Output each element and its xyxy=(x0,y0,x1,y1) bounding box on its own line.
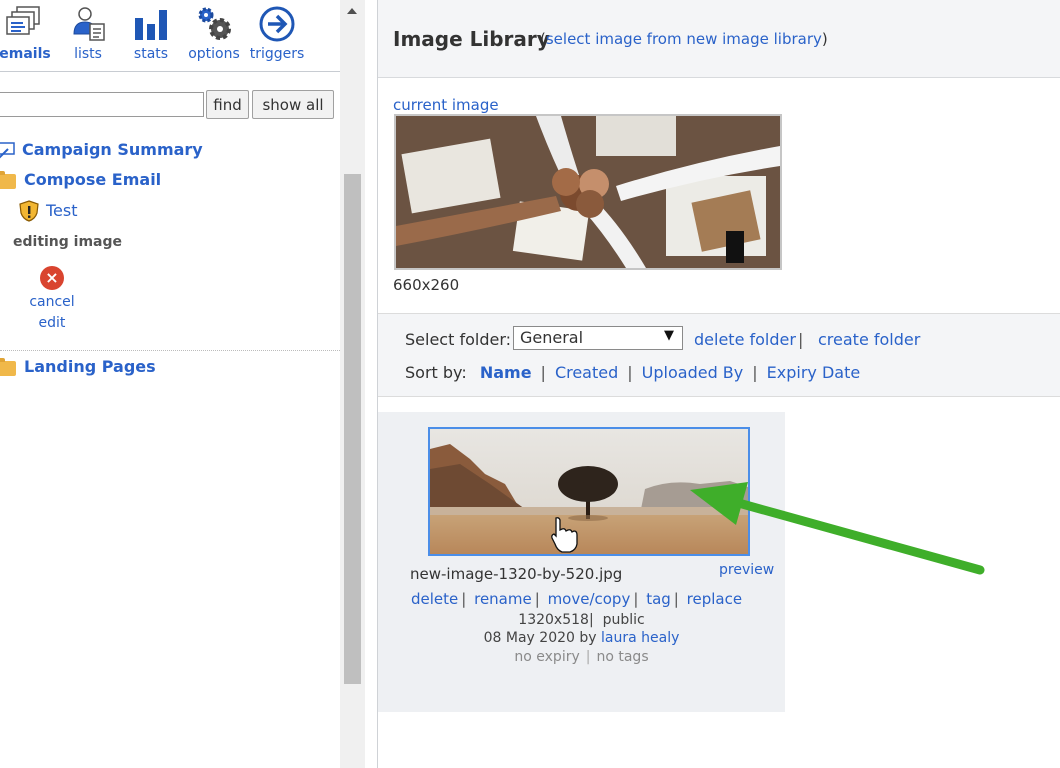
library-header: Image Library (select image from new ima… xyxy=(378,0,1060,78)
lists-icon xyxy=(73,7,105,41)
current-image[interactable] xyxy=(394,114,782,270)
image-dimensions-visibility: 1320x518| public xyxy=(378,612,785,628)
campaign-summary-label: Campaign Summary xyxy=(22,140,203,159)
toolbar-lists-label: lists xyxy=(74,46,102,62)
sort-uploaded-by[interactable]: Uploaded By xyxy=(642,363,744,382)
current-image-dimensions: 660x260 xyxy=(393,276,460,294)
cancel-icon: × xyxy=(40,266,64,290)
tree-divider xyxy=(0,350,340,351)
subtitle-close-paren: ) xyxy=(821,30,828,48)
delete-folder-link[interactable]: delete folder xyxy=(694,330,796,349)
meta-separator: | xyxy=(588,612,594,628)
find-button[interactable]: find xyxy=(206,90,249,119)
cancel-label: cancel xyxy=(29,294,75,310)
left-panel: emails lists stats options triggers find… xyxy=(0,0,340,768)
emails-icon xyxy=(6,6,40,35)
action-separator: | xyxy=(461,590,467,608)
page-title: Image Library xyxy=(393,27,550,51)
tree-compose-email[interactable]: Compose Email xyxy=(0,170,200,192)
action-separator: | xyxy=(633,590,639,608)
landing-pages-label: Landing Pages xyxy=(24,357,156,376)
sort-separator: | xyxy=(627,363,633,382)
scrollbar-thumb[interactable] xyxy=(344,174,361,684)
main-toolbar: emails lists stats options triggers xyxy=(0,0,340,72)
campaign-summary-icon xyxy=(0,142,15,159)
toolbar-triggers-label: triggers xyxy=(249,46,305,62)
editing-image-label: editing image xyxy=(13,234,123,250)
edit-label: edit xyxy=(38,315,66,331)
folder-icon xyxy=(0,358,18,376)
stats-icon xyxy=(135,10,167,40)
sort-row: Sort by: Name | Created | Uploaded By | Expiry… xyxy=(405,363,860,382)
cancel-edit-button[interactable]: × cancel edit xyxy=(24,266,80,334)
warning-shield-icon xyxy=(19,200,39,222)
sort-separator: | xyxy=(540,363,546,382)
image-card: new-image-1320-by-520.jpg preview delete… xyxy=(378,412,785,712)
toolbar-stats-label: stats xyxy=(133,46,169,62)
image-upload-info: 08 May 2020 by laura healy xyxy=(378,630,785,646)
options-icon xyxy=(198,7,231,40)
sort-by-label: Sort by: xyxy=(405,363,467,382)
current-image-photo xyxy=(396,116,780,268)
folder-select[interactable]: General ▼ xyxy=(513,326,683,350)
tree-campaign-summary[interactable]: Campaign Summary xyxy=(0,140,203,162)
triggers-icon xyxy=(259,6,295,42)
image-visibility: public xyxy=(602,612,645,628)
image-actions: delete | rename | move/copy | tag | replace xyxy=(408,590,745,608)
new-image-library-link[interactable]: select image from new image library xyxy=(546,30,822,48)
search-input[interactable] xyxy=(0,92,204,117)
library-subtitle: (select image from new image library) xyxy=(540,30,828,48)
tags-text: no tags xyxy=(596,649,649,665)
sort-name[interactable]: Name xyxy=(480,363,532,382)
toolbar-lists[interactable]: lists xyxy=(57,4,119,62)
compose-email-label: Compose Email xyxy=(24,170,162,189)
action-separator: | xyxy=(534,590,540,608)
toolbar-stats[interactable]: stats xyxy=(120,4,182,62)
folder-icon xyxy=(0,171,18,189)
toolbar-triggers[interactable]: triggers xyxy=(246,4,308,62)
panel-splitter[interactable] xyxy=(366,0,378,768)
create-folder-link[interactable]: create folder xyxy=(818,330,920,349)
move-copy-image-link[interactable]: move/copy xyxy=(548,590,631,608)
uploader-link[interactable]: laura healy xyxy=(601,630,679,646)
toolbar-emails-label: emails xyxy=(0,46,51,62)
sort-expiry-date[interactable]: Expiry Date xyxy=(767,363,861,382)
image-filename: new-image-1320-by-520.jpg xyxy=(410,565,623,583)
desert-tree-photo xyxy=(430,429,748,554)
folder-select-value: General xyxy=(520,328,584,347)
toolbar-options[interactable]: options xyxy=(183,4,245,62)
toolbar-emails[interactable]: emails xyxy=(0,4,56,62)
sort-created[interactable]: Created xyxy=(555,363,618,382)
rename-image-link[interactable]: rename xyxy=(474,590,532,608)
action-separator: | xyxy=(673,590,679,608)
upload-date: 08 May 2020 by xyxy=(483,630,597,646)
image-library-panel: Image Library (select image from new ima… xyxy=(378,0,1060,768)
folder-controls: Select folder: General ▼ delete folder |… xyxy=(378,313,1060,397)
expiry-text: no expiry xyxy=(514,649,580,665)
current-image-link[interactable]: current image xyxy=(393,96,499,114)
tag-image-link[interactable]: tag xyxy=(646,590,671,608)
test-label: Test xyxy=(46,201,78,220)
left-scrollbar[interactable] xyxy=(340,0,365,768)
scroll-up-arrow-icon[interactable] xyxy=(347,8,357,14)
toolbar-options-label: options xyxy=(188,46,240,62)
tree-landing-pages[interactable]: Landing Pages xyxy=(0,357,200,379)
delete-image-link[interactable]: delete xyxy=(411,590,458,608)
search-row: find show all xyxy=(0,89,340,121)
folder-separator: | xyxy=(798,330,804,349)
preview-link[interactable]: preview xyxy=(719,562,774,578)
image-expiry-tags: no expiry | no tags xyxy=(378,649,785,665)
select-folder-label: Select folder: xyxy=(405,330,511,349)
dropdown-arrow-icon: ▼ xyxy=(664,328,674,343)
image-thumbnail[interactable] xyxy=(428,427,750,556)
replace-image-link[interactable]: replace xyxy=(687,590,742,608)
show-all-button[interactable]: show all xyxy=(252,90,334,119)
image-dimensions: 1320x518 xyxy=(518,612,589,628)
meta-separator: | xyxy=(585,649,591,665)
sort-separator: | xyxy=(752,363,758,382)
